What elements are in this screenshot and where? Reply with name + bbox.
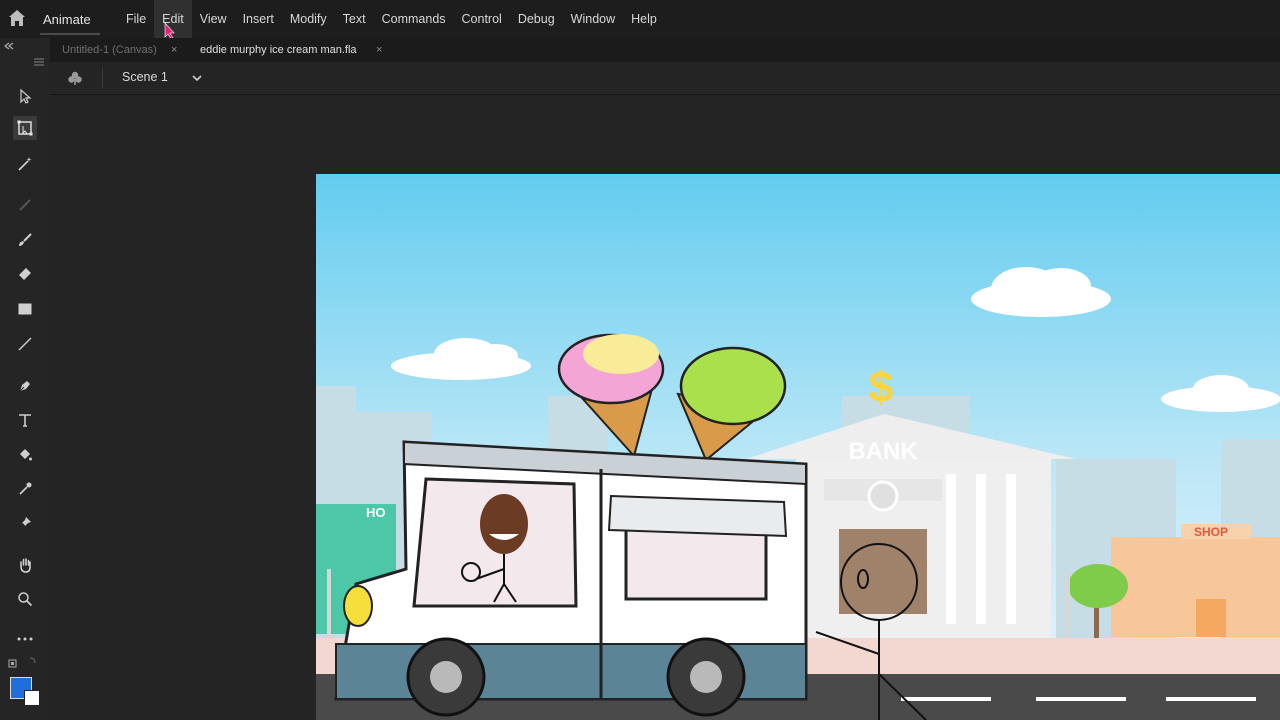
paint-bucket-tool[interactable] — [13, 443, 37, 467]
document-tabs: Untitled-1 (Canvas) × eddie murphy ice c… — [50, 38, 1280, 62]
scene-name[interactable]: Scene 1 — [122, 70, 168, 84]
arrow-icon — [20, 88, 32, 104]
hand-icon — [20, 558, 31, 573]
app-name[interactable]: Animate — [43, 12, 91, 27]
menu-modify[interactable]: Modify — [282, 0, 335, 38]
menu-file[interactable]: File — [118, 0, 154, 38]
eyedropper-tool[interactable] — [13, 477, 37, 501]
lamp-post — [1066, 574, 1070, 639]
menu-debug[interactable]: Debug — [510, 0, 563, 38]
close-tab-eddie-murphy-icon[interactable]: × — [376, 38, 382, 62]
bank-sign: BANK — [848, 438, 918, 465]
stroke-color-swatch[interactable] — [24, 690, 40, 706]
stage-canvas[interactable]: HO BANK $ SHOP — [316, 174, 1280, 720]
menu-help[interactable]: Help — [623, 0, 665, 38]
text-icon — [19, 414, 31, 427]
selection-tool[interactable] — [13, 84, 37, 108]
separator — [102, 68, 103, 88]
more-icon — [17, 637, 33, 641]
rectangle-tool[interactable] — [13, 297, 37, 321]
menu-control[interactable]: Control — [454, 0, 510, 38]
transform-icon — [17, 120, 33, 136]
bone-icon — [19, 199, 31, 211]
rectangle-icon — [18, 303, 32, 315]
pin-icon — [20, 517, 31, 528]
home-icon[interactable] — [8, 9, 26, 27]
shop-sign: SHOP — [1194, 525, 1228, 539]
hotel-sign: HO — [366, 505, 386, 520]
zoom-tool[interactable] — [13, 587, 37, 611]
magnifier-icon — [18, 592, 33, 607]
stage-artwork: HO BANK $ SHOP — [316, 174, 1280, 720]
edit-symbol-icon[interactable] — [67, 70, 83, 86]
eyedropper-icon — [19, 482, 32, 495]
brush-icon — [19, 233, 32, 246]
collapse-panel-icon[interactable] — [4, 42, 14, 50]
pen-tool[interactable] — [13, 374, 37, 398]
menu-commands[interactable]: Commands — [374, 0, 454, 38]
dollar-sign: $ — [869, 363, 893, 412]
eraser-tool[interactable] — [13, 262, 37, 286]
menu-window[interactable]: Window — [563, 0, 623, 38]
magic-wand-tool[interactable] — [13, 152, 37, 176]
menu-text[interactable]: Text — [335, 0, 374, 38]
panel-menu-icon[interactable] — [34, 58, 44, 66]
shop-building: SHOP — [1111, 524, 1280, 637]
hand-tool[interactable] — [13, 553, 37, 577]
line-tool[interactable] — [13, 332, 37, 356]
close-tab-untitled-icon[interactable]: × — [171, 38, 177, 62]
eraser-icon — [19, 268, 31, 280]
pin-tool[interactable] — [13, 511, 37, 535]
bone-tool[interactable] — [13, 193, 37, 217]
tab-untitled[interactable]: Untitled-1 (Canvas) — [62, 38, 157, 62]
more-tools[interactable] — [13, 627, 37, 651]
tools-panel — [0, 38, 51, 720]
swap-colors-icon[interactable] — [8, 656, 38, 670]
pen-icon — [19, 381, 30, 392]
bucket-icon — [20, 449, 32, 461]
chevron-down-icon[interactable] — [191, 73, 203, 83]
ice-cream-truck — [334, 440, 808, 717]
menu-list: File Edit View Insert Modify Text Comman… — [118, 0, 665, 38]
text-tool[interactable] — [13, 408, 37, 432]
menu-insert[interactable]: Insert — [235, 0, 282, 38]
road-markings — [901, 697, 1256, 701]
app-name-underline — [40, 33, 100, 35]
tab-eddie-murphy[interactable]: eddie murphy ice cream man.fla — [200, 38, 357, 62]
free-transform-tool[interactable] — [13, 116, 37, 140]
scene-bar: Scene 1 — [50, 62, 1280, 95]
menu-view[interactable]: View — [192, 0, 235, 38]
wand-icon — [18, 157, 32, 171]
paint-brush-tool[interactable] — [13, 228, 37, 252]
menu-bar: Animate File Edit View Insert Modify Tex… — [0, 0, 1280, 40]
lamp-post — [327, 569, 331, 639]
line-icon — [18, 337, 32, 351]
